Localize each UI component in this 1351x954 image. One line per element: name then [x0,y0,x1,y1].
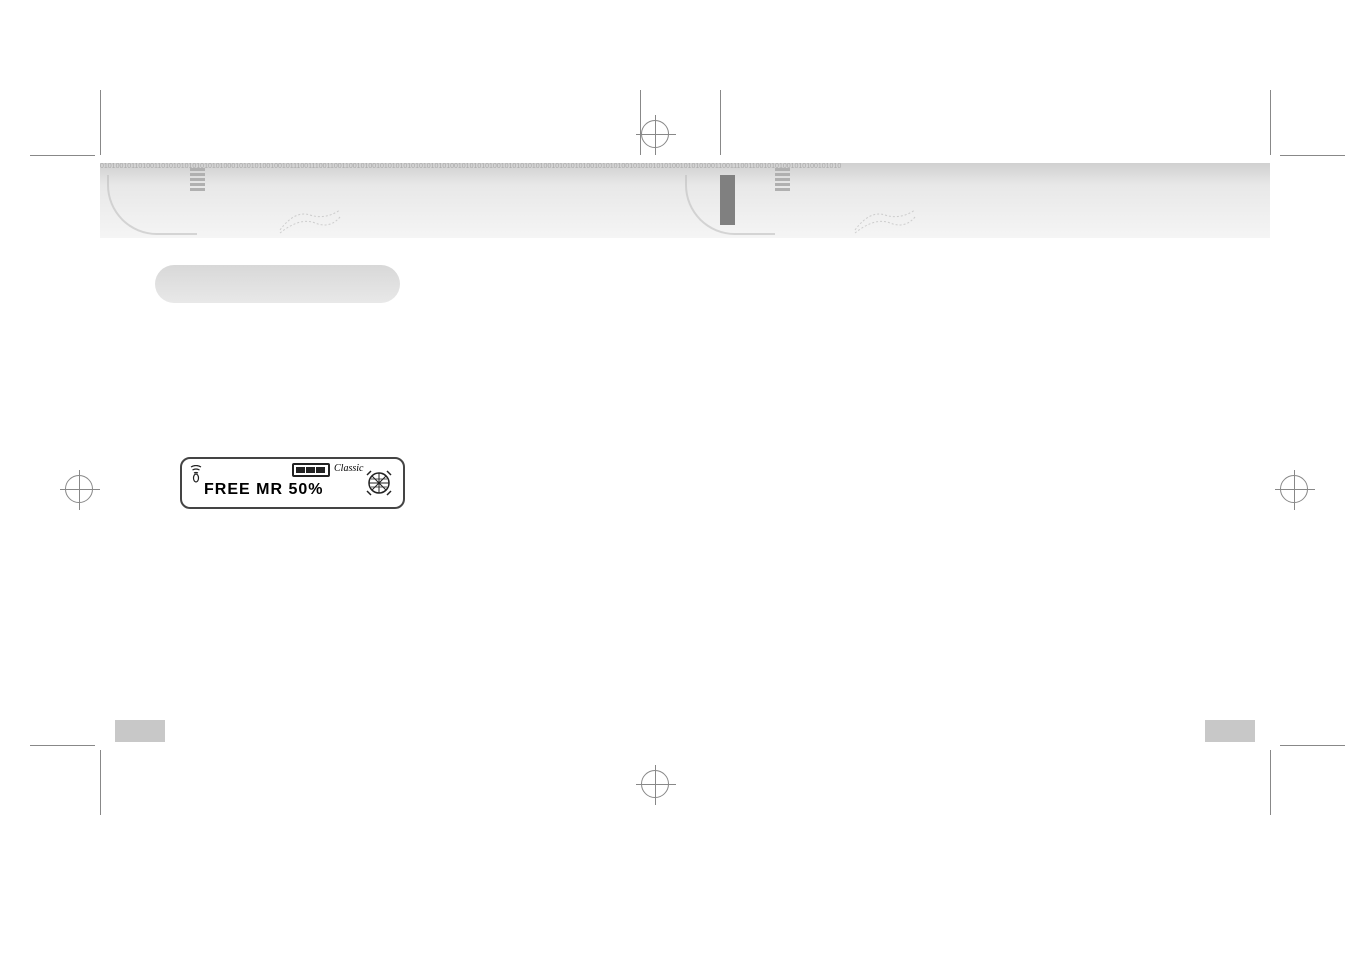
header-decoration [850,205,920,235]
globe-icon [363,467,395,499]
crop-mark [100,90,101,155]
page-number-block [115,720,165,742]
crop-mark [100,750,101,815]
binary-pattern: 0101001011010011010101010101010100010101… [100,163,1270,170]
registration-mark [641,120,669,148]
crop-mark [1280,155,1345,156]
page-number-block [1205,720,1255,742]
classic-label: Classic [334,463,363,474]
section-heading-pill [155,265,400,303]
crop-mark [640,90,641,155]
battery-icon [292,463,330,477]
registration-mark [65,475,93,503]
crop-mark [1270,90,1271,155]
crop-mark [30,745,95,746]
header-decoration [190,168,205,198]
crop-mark [720,90,721,155]
registration-mark [1280,475,1308,503]
registration-mark [641,770,669,798]
header-decoration [775,168,790,198]
signal-icon [190,465,202,483]
crop-mark [30,155,95,156]
crop-mark [1270,750,1271,815]
crop-mark [1280,745,1345,746]
header-tab-indicator [720,175,735,225]
lcd-text: FREE MR 50% [204,481,323,499]
lcd-display: Classic FREE MR 50% [180,457,405,509]
header-decoration [275,205,345,235]
